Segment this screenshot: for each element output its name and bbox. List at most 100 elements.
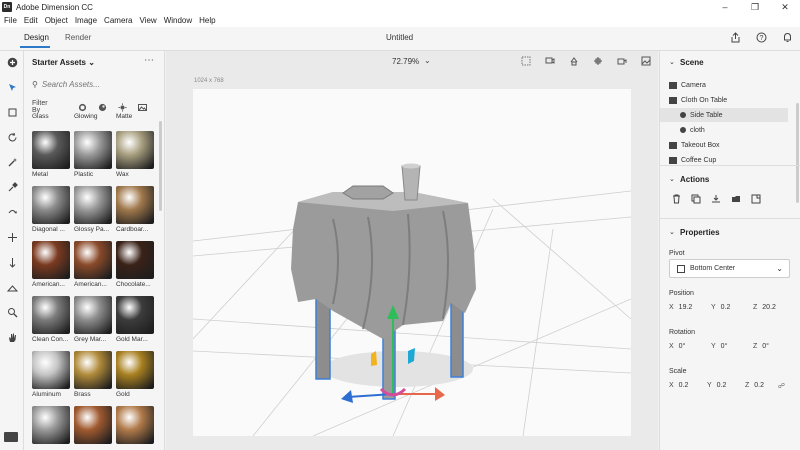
menu-camera[interactable]: Camera [104,16,132,25]
panel-toggle-icon[interactable] [4,432,18,442]
more-options-icon[interactable]: ⋯ [144,55,154,66]
chevron-down-icon[interactable]: ⌄ [669,175,675,183]
scene-item[interactable]: Camera [660,78,788,92]
menu-image[interactable]: Image [75,16,97,25]
delete-icon[interactable] [670,193,682,205]
rotation-y-field[interactable]: Y 0° [711,343,727,350]
pivot-select[interactable]: Bottom Center ⌄ [669,259,790,278]
material-tile[interactable]: Chocolate... [116,241,154,288]
menu-edit[interactable]: Edit [24,16,38,25]
material-tile[interactable] [116,406,154,446]
viewport-tools [520,55,652,67]
position-x-field[interactable]: X 19.2 [669,304,692,311]
chevron-down-icon[interactable]: ⌄ [669,58,675,66]
orbit-tool-icon[interactable] [4,129,20,145]
align-to-ground-icon[interactable] [710,193,722,205]
scene-item[interactable]: Takeout Box [660,138,788,152]
material-tile[interactable] [32,406,70,446]
material-label: Matte [116,113,133,120]
group-icon[interactable] [730,193,742,205]
move-icon[interactable] [4,229,20,245]
material-tile[interactable]: Diagonal ... [32,186,70,233]
tab-render[interactable]: Render [65,33,91,42]
scale-z-field[interactable]: Z 0.2 [745,382,764,389]
add-icon[interactable] [4,54,20,70]
position-fields: X 19.2 Y 0.2 Z 20.2 [669,304,791,316]
magic-wand-icon[interactable] [4,154,20,170]
material-tile[interactable]: Gold [116,351,154,398]
place-on-image-icon[interactable] [750,193,762,205]
maximize-icon[interactable]: ❐ [740,0,770,14]
material-tile[interactable]: Clean Con... [32,296,70,343]
scene-item[interactable]: Cloth On Table [660,93,788,107]
scale-y-field[interactable]: Y 0.2 [707,382,726,389]
chevron-down-icon[interactable]: ⌄ [424,56,431,65]
menu-help[interactable]: Help [199,16,215,25]
dolly-icon[interactable] [4,254,20,270]
camera-bookmark-icon[interactable] [544,55,556,67]
scale-x-field[interactable]: X 0.2 [669,382,688,389]
search-input[interactable] [41,80,142,89]
pan-camera-icon[interactable] [592,55,604,67]
eyedropper-icon[interactable] [4,179,20,195]
scene-scrollbar[interactable] [796,103,799,203]
select-tool-icon[interactable] [4,79,20,95]
menu-object[interactable]: Object [45,16,68,25]
material-tile[interactable]: Glass [32,111,70,120]
close-icon[interactable]: ✕ [770,0,800,14]
minimize-icon[interactable]: – [710,0,740,14]
material-tile[interactable]: Glossy Pa... [74,186,112,233]
render-preview-icon[interactable] [640,55,652,67]
menu-view[interactable]: View [140,16,157,25]
notifications-icon[interactable] [780,30,794,44]
orbit-camera-icon[interactable] [568,55,580,67]
rotation-x-field[interactable]: X 0° [669,343,685,350]
material-tile[interactable]: Plastic [74,131,112,178]
grid-icon[interactable] [520,55,532,67]
lock-icon[interactable]: ☍ [778,382,785,390]
material-tile[interactable]: Grey Mar... [74,296,112,343]
frame-tool-icon[interactable] [4,104,20,120]
assets-scrollbar[interactable] [159,121,162,211]
share-icon[interactable] [728,30,742,44]
rotation-z-field[interactable]: Z 0° [753,343,769,350]
material-tile[interactable]: American... [32,241,70,288]
zoom-level[interactable]: 72.79% [392,57,419,66]
material-label: Brass [74,391,91,398]
pan-orbit-icon[interactable] [4,204,20,220]
material-tile[interactable]: Matte [116,111,154,120]
zoom-icon[interactable] [4,304,20,320]
duplicate-icon[interactable] [690,193,702,205]
tab-design[interactable]: Design [24,33,49,42]
app-logo-icon: Dn [2,2,12,12]
material-tile[interactable]: Brass [74,351,112,398]
3d-canvas[interactable] [193,89,631,436]
dolly-camera-icon[interactable] [616,55,628,67]
material-swatch [32,186,70,224]
assets-heading[interactable]: Starter Assets ⌄ [32,58,95,67]
material-tile[interactable]: American... [74,241,112,288]
material-tile[interactable]: Metal [32,131,70,178]
help-icon[interactable]: ? [754,30,768,44]
rotation-label: Rotation [669,329,696,336]
material-tile[interactable]: Cardboar... [116,186,154,233]
material-tile[interactable]: Gold Mar... [116,296,154,343]
hand-icon[interactable] [4,329,20,345]
material-swatch [74,241,112,279]
menu-file[interactable]: File [4,16,17,25]
material-tile[interactable]: Glowing [74,111,112,120]
material-tile[interactable]: Wax [116,131,154,178]
material-tile[interactable] [74,406,112,446]
material-tile[interactable]: Aluminum [32,351,70,398]
chevron-down-icon: ⌄ [88,58,95,67]
menu-window[interactable]: Window [164,16,192,25]
scene-item[interactable]: Side Table [660,108,788,122]
position-z-field[interactable]: Z 20.2 [753,304,776,311]
position-y-field[interactable]: Y 0.2 [711,304,730,311]
scene-item[interactable]: cloth [660,123,788,137]
horizon-icon[interactable] [4,279,20,295]
chevron-down-icon[interactable]: ⌄ [669,228,675,236]
camera-icon [669,81,677,89]
material-label: Chocolate... [116,281,151,288]
material-label: Glass [32,113,49,120]
